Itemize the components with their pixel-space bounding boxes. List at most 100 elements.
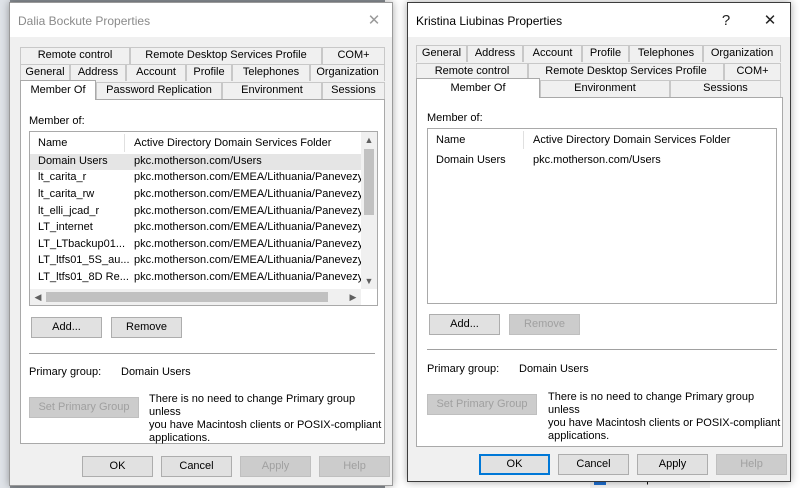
tab-remote-control[interactable]: Remote control [20, 47, 130, 64]
cancel-button[interactable]: Cancel [558, 454, 629, 475]
tab-remote-desktop-services-profile[interactable]: Remote Desktop Services Profile [528, 63, 724, 80]
list-item[interactable]: Domain Users pkc.motherson.com/Users [30, 154, 363, 170]
primary-group-value: Domain Users [121, 366, 191, 378]
horizontal-scrollbar[interactable]: ◀ ▶ [30, 289, 361, 305]
tab-telephones[interactable]: Telephones [232, 64, 310, 81]
left-tab-row-3: Member Of Password Replication Environme… [20, 80, 385, 100]
column-header-folder[interactable]: Active Directory Domain Services Folder [134, 137, 331, 149]
help-text-line: There is no need to change Primary group… [149, 393, 356, 418]
row-folder: pkc.motherson.com/EMEA/Lithuania/Panevez… [134, 271, 366, 283]
member-of-list[interactable]: Name Active Directory Domain Services Fo… [29, 131, 378, 306]
tab-general[interactable]: General [20, 64, 70, 81]
column-separator[interactable] [124, 134, 125, 152]
list-header: Name Active Directory Domain Services Fo… [428, 129, 776, 151]
remove-button[interactable]: Remove [111, 317, 182, 338]
member-of-list[interactable]: Name Active Directory Domain Services Fo… [427, 128, 777, 304]
tab-account[interactable]: Account [523, 45, 582, 62]
scroll-down-arrow-icon[interactable]: ▼ [361, 273, 377, 289]
tab-organization[interactable]: Organization [703, 45, 781, 62]
row-name: lt_elli_jcad_r [38, 205, 100, 217]
ok-button[interactable]: OK [82, 456, 153, 477]
scroll-up-arrow-icon[interactable]: ▲ [361, 132, 377, 148]
row-folder: pkc.motherson.com/Users [134, 155, 262, 167]
column-header-folder[interactable]: Active Directory Domain Services Folder [533, 134, 730, 146]
left-tab-row-2: General Address Account Profile Telephon… [20, 64, 385, 81]
list-item[interactable]: LT_ltfs01_5S_au... pkc.motherson.com/EME… [30, 253, 366, 269]
row-folder: pkc.motherson.com/EMEA/Lithuania/Panevez… [134, 238, 366, 250]
tab-password-replication[interactable]: Password Replication [96, 82, 222, 99]
tab-sessions[interactable]: Sessions [322, 82, 385, 99]
help-text-line: you have Macintosh clients or POSIX-comp… [149, 419, 382, 431]
right-tab-panel: Member of: Name Active Directory Domain … [416, 97, 783, 447]
row-folder: pkc.motherson.com/EMEA/Lithuania/Panevez… [134, 171, 366, 183]
column-separator[interactable] [523, 131, 524, 149]
tab-address[interactable]: Address [70, 64, 126, 81]
tab-telephones[interactable]: Telephones [629, 45, 703, 62]
tab-com-plus[interactable]: COM+ [322, 47, 385, 64]
right-properties-dialog: Kristina Liubinas Properties ? ✕ General… [407, 2, 791, 482]
help-button[interactable]: Help [319, 456, 390, 477]
tab-general[interactable]: General [416, 45, 467, 62]
list-item[interactable]: LT_LTbackup01... pkc.motherson.com/EMEA/… [30, 237, 366, 253]
row-name: LT_LTbackup01... [38, 238, 126, 250]
tab-sessions[interactable]: Sessions [670, 80, 781, 97]
left-properties-dialog: Dalia Bockute Properties ✕ Remote contro… [9, 2, 393, 486]
column-header-name[interactable]: Name [436, 134, 465, 146]
add-button[interactable]: Add... [429, 314, 500, 335]
list-item[interactable]: lt_carita_r pkc.motherson.com/EMEA/Lithu… [30, 170, 366, 186]
list-item[interactable]: LT_internet pkc.motherson.com/EMEA/Lithu… [30, 220, 366, 236]
close-icon[interactable]: ✕ [362, 9, 386, 33]
right-titlebar[interactable]: Kristina Liubinas Properties ? ✕ [408, 3, 790, 37]
cancel-button[interactable]: Cancel [161, 456, 232, 477]
tab-remote-desktop-services-profile[interactable]: Remote Desktop Services Profile [130, 47, 322, 64]
row-folder: pkc.motherson.com/EMEA/Lithuania/Panevez… [134, 188, 366, 200]
left-window-title: Dalia Bockute Properties [18, 14, 151, 28]
tab-member-of[interactable]: Member Of [416, 78, 540, 98]
scroll-right-arrow-icon[interactable]: ▶ [345, 289, 361, 305]
row-name: lt_carita_rw [38, 188, 95, 200]
primary-group-label: Primary group: [427, 363, 500, 375]
row-folder: pkc.motherson.com/Users [533, 154, 661, 166]
remove-button[interactable]: Remove [509, 314, 580, 335]
list-item[interactable]: lt_elli_jcad_r pkc.motherson.com/EMEA/Li… [30, 204, 366, 220]
help-button[interactable]: Help [716, 454, 787, 475]
set-primary-group-button[interactable]: Set Primary Group [29, 397, 139, 418]
divider [29, 353, 375, 355]
tab-account[interactable]: Account [126, 64, 186, 81]
vertical-scroll-thumb[interactable] [364, 149, 374, 215]
vertical-scrollbar[interactable]: ▲ ▼ [361, 132, 377, 289]
tab-organization[interactable]: Organization [310, 64, 385, 81]
tab-address[interactable]: Address [467, 45, 523, 62]
help-text-line: applications. [548, 430, 610, 442]
tab-com-plus[interactable]: COM+ [724, 63, 781, 80]
row-folder: pkc.motherson.com/EMEA/Lithuania/Panevez… [134, 254, 366, 266]
tab-profile[interactable]: Profile [582, 45, 629, 62]
tab-profile[interactable]: Profile [186, 64, 232, 81]
help-text-line: applications. [149, 432, 211, 444]
list-item[interactable]: LT_ltfs01_8D Re... pkc.motherson.com/EME… [30, 270, 366, 286]
primary-group-label: Primary group: [29, 366, 102, 378]
right-tab-row-1: General Address Account Profile Telephon… [416, 45, 781, 62]
set-primary-group-button[interactable]: Set Primary Group [427, 394, 537, 415]
tab-environment[interactable]: Environment [540, 80, 670, 97]
tab-environment[interactable]: Environment [222, 82, 322, 99]
primary-group-value: Domain Users [519, 363, 589, 375]
close-icon[interactable]: ✕ [758, 9, 782, 33]
left-titlebar[interactable]: Dalia Bockute Properties ✕ [10, 3, 392, 37]
add-button[interactable]: Add... [31, 317, 102, 338]
horizontal-scroll-thumb[interactable] [46, 292, 328, 302]
help-icon[interactable]: ? [714, 9, 738, 33]
row-name: LT_internet [38, 221, 93, 233]
row-folder: pkc.motherson.com/EMEA/Lithuania/Panevez… [134, 205, 366, 217]
list-item[interactable]: Domain Users pkc.motherson.com/Users [428, 153, 776, 169]
primary-group-help-text: There is no need to change Primary group… [548, 391, 782, 443]
tab-member-of[interactable]: Member Of [20, 80, 96, 100]
member-of-label: Member of: [427, 112, 483, 124]
column-header-name[interactable]: Name [38, 137, 67, 149]
apply-button[interactable]: Apply [240, 456, 311, 477]
row-name: LT_ltfs01_8D Re... [38, 271, 129, 283]
apply-button[interactable]: Apply [637, 454, 708, 475]
list-item[interactable]: lt_carita_rw pkc.motherson.com/EMEA/Lith… [30, 187, 366, 203]
scroll-left-arrow-icon[interactable]: ◀ [30, 289, 46, 305]
ok-button[interactable]: OK [479, 454, 550, 475]
